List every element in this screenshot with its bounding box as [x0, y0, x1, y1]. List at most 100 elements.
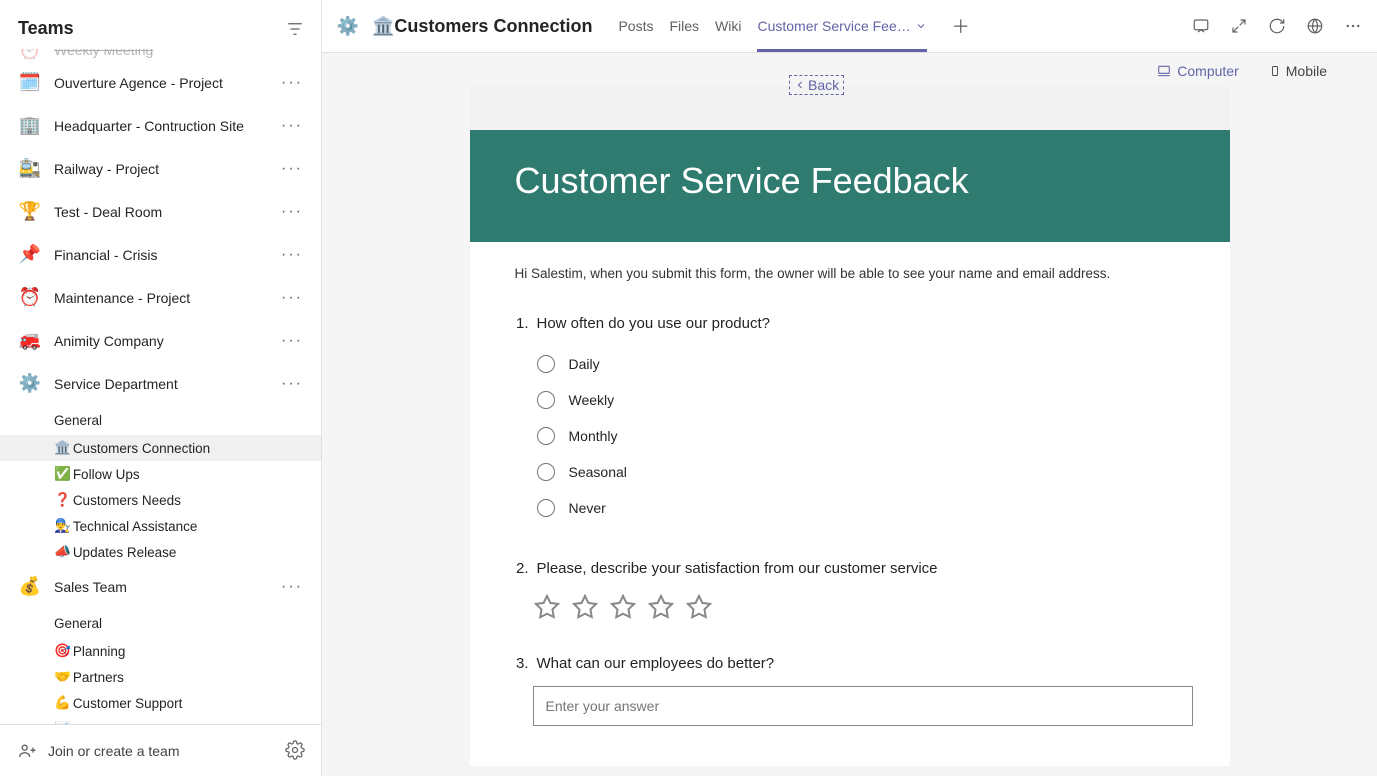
- radio-option[interactable]: Seasonal: [537, 454, 1185, 490]
- channel-general[interactable]: General: [0, 608, 321, 638]
- team-label: Test - Deal Room: [54, 204, 277, 220]
- radio-input[interactable]: [537, 427, 555, 445]
- team-emoji-icon: 💰: [16, 573, 44, 601]
- team-item[interactable]: 🚒 Animity Company ···: [0, 319, 321, 362]
- team-more-icon[interactable]: ···: [277, 289, 307, 307]
- team-emoji-icon: ⏰: [16, 284, 44, 312]
- team-item[interactable]: ⚙️ Service Department ···: [0, 362, 321, 405]
- radio-input[interactable]: [537, 391, 555, 409]
- team-more-icon[interactable]: ···: [277, 160, 307, 178]
- tab-files[interactable]: Files: [669, 0, 699, 52]
- viewport-computer[interactable]: Computer: [1156, 63, 1238, 79]
- team-emoji-icon: 🏢: [16, 112, 44, 140]
- team-label: Financial - Crisis: [54, 247, 277, 263]
- radio-option[interactable]: Daily: [537, 346, 1185, 382]
- team-item[interactable]: 🗓️ Ouverture Agence - Project ···: [0, 61, 321, 104]
- radio-label: Weekly: [569, 392, 615, 408]
- team-emoji-icon: ⚙️: [16, 370, 44, 398]
- tab-posts[interactable]: Posts: [618, 0, 653, 52]
- team-more-icon[interactable]: ···: [277, 74, 307, 92]
- main-area: ⚙️ 🏛️Customers Connection Posts Files Wiki…: [322, 0, 1377, 776]
- channel-topbar: ⚙️ 🏛️Customers Connection Posts Files Wiki…: [322, 0, 1377, 53]
- question-1: 1.How often do you use our product? Dail…: [515, 315, 1185, 526]
- radio-label: Monthly: [569, 428, 618, 444]
- radio-option[interactable]: Weekly: [537, 382, 1185, 418]
- team-more-icon[interactable]: ···: [277, 117, 307, 135]
- channel-item[interactable]: 📣Updates Release: [0, 539, 321, 565]
- team-item[interactable]: 🏢 Headquarter - Contruction Site ···: [0, 104, 321, 147]
- team-more-icon[interactable]: ···: [277, 332, 307, 350]
- q3-answer-input[interactable]: [533, 686, 1193, 726]
- team-more-icon[interactable]: ···: [277, 246, 307, 264]
- tab-wiki[interactable]: Wiki: [715, 0, 741, 52]
- tab-customer-service-fee-[interactable]: Customer Service Fee…: [757, 0, 926, 52]
- team-label: Headquarter - Contruction Site: [54, 118, 277, 134]
- form-disclaimer: Hi Salestim, when you submit this form, …: [515, 266, 1185, 281]
- viewport-mobile[interactable]: Mobile: [1269, 63, 1327, 79]
- radio-option[interactable]: Monthly: [537, 418, 1185, 454]
- team-emoji-icon: 🗓️: [16, 69, 44, 97]
- star-icon[interactable]: [533, 593, 561, 621]
- content-area: Back Computer Mobile Customer Service Fe…: [322, 53, 1377, 776]
- radio-input[interactable]: [537, 463, 555, 481]
- team-label: Service Department: [54, 376, 277, 392]
- star-icon[interactable]: [571, 593, 599, 621]
- team-emoji-icon: 🚒: [16, 327, 44, 355]
- team-label: Ouverture Agence - Project: [54, 75, 277, 91]
- back-link[interactable]: Back: [789, 75, 844, 95]
- form-preview: Customer Service Feedback Hi Salestim, w…: [470, 86, 1230, 766]
- channel-item[interactable]: 🏛️Customers Connection: [0, 435, 321, 461]
- team-emoji-icon: 📌: [16, 241, 44, 269]
- team-item[interactable]: 💰 Sales Team ···: [0, 565, 321, 608]
- globe-icon[interactable]: [1305, 16, 1325, 36]
- radio-input[interactable]: [537, 499, 555, 517]
- team-emoji-icon: 🚉: [16, 155, 44, 183]
- channel-item[interactable]: ✅Follow Ups: [0, 461, 321, 487]
- channel-item[interactable]: 🤝Partners: [0, 664, 321, 690]
- question-2: 2.Please, describe your satisfaction fro…: [515, 560, 1185, 621]
- expand-icon[interactable]: [1229, 16, 1249, 36]
- star-icon[interactable]: [647, 593, 675, 621]
- team-label: Sales Team: [54, 579, 277, 595]
- team-more-icon[interactable]: ···: [277, 375, 307, 393]
- channel-item[interactable]: 📊Reports: [0, 716, 321, 724]
- teams-sidebar: Teams ⏰ Weekly Meeting 🗓️ Ouverture Agen…: [0, 0, 322, 776]
- settings-gear-icon[interactable]: [285, 740, 307, 762]
- channel-item[interactable]: ❓Customers Needs: [0, 487, 321, 513]
- channel-general[interactable]: General: [0, 405, 321, 435]
- filter-icon[interactable]: [285, 19, 305, 39]
- refresh-icon[interactable]: [1267, 16, 1287, 36]
- radio-option[interactable]: Never: [537, 490, 1185, 526]
- team-label: Animity Company: [54, 333, 277, 349]
- channel-item[interactable]: 👨‍🔧Technical Assistance: [0, 513, 321, 539]
- team-label: Railway - Project: [54, 161, 277, 177]
- question-3: 3.What can our employees do better?: [515, 655, 1185, 726]
- form-title: Customer Service Feedback: [515, 160, 1185, 202]
- team-emoji-icon: ⏰: [16, 49, 44, 64]
- reply-icon[interactable]: [1191, 16, 1211, 36]
- team-more-icon[interactable]: ···: [277, 203, 307, 221]
- radio-label: Never: [569, 500, 606, 516]
- star-icon[interactable]: [609, 593, 637, 621]
- star-icon[interactable]: [685, 593, 713, 621]
- team-item[interactable]: ⏰ Weekly Meeting: [0, 49, 321, 61]
- radio-input[interactable]: [537, 355, 555, 373]
- team-item[interactable]: 🏆 Test - Deal Room ···: [0, 190, 321, 233]
- channel-title: 🏛️Customers Connection: [372, 16, 592, 37]
- sidebar-title: Teams: [18, 18, 74, 39]
- team-item[interactable]: 🚉 Railway - Project ···: [0, 147, 321, 190]
- team-more-icon[interactable]: ···: [277, 578, 307, 596]
- radio-label: Seasonal: [569, 464, 627, 480]
- team-label: Maintenance - Project: [54, 290, 277, 306]
- team-emoji-icon: 🏆: [16, 198, 44, 226]
- channel-item[interactable]: 💪Customer Support: [0, 690, 321, 716]
- more-icon[interactable]: [1343, 16, 1363, 36]
- team-item[interactable]: 📌 Financial - Crisis ···: [0, 233, 321, 276]
- join-create-team[interactable]: Join or create a team: [18, 741, 285, 761]
- radio-label: Daily: [569, 356, 600, 372]
- channel-item[interactable]: 🎯Planning: [0, 638, 321, 664]
- team-icon: ⚙️: [334, 12, 362, 40]
- add-tab-button[interactable]: ＋: [949, 14, 973, 38]
- team-item[interactable]: ⏰ Maintenance - Project ···: [0, 276, 321, 319]
- join-create-label: Join or create a team: [48, 743, 180, 759]
